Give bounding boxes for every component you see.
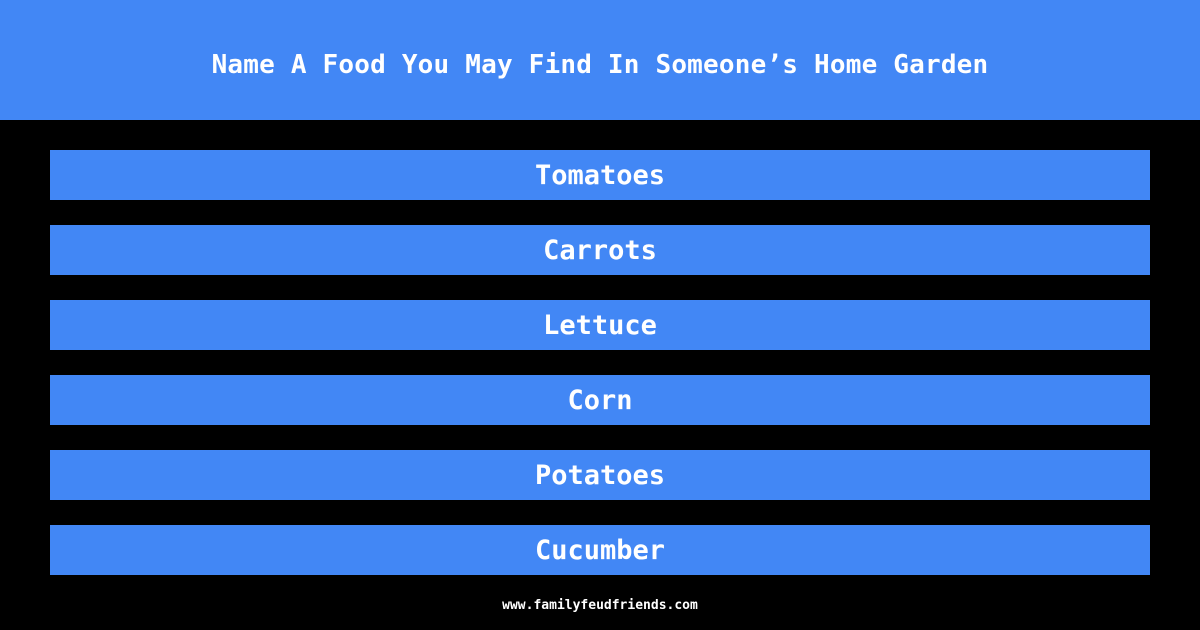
answer-label: Potatoes (534, 459, 666, 491)
question-title: Name A Food You May Find In Someone’s Ho… (211, 50, 989, 80)
site-url: www.familyfeudfriends.com (502, 598, 698, 613)
answer-label: Tomatoes (534, 159, 666, 191)
answer-label: Cucumber (534, 534, 666, 566)
answer-bar: Corn (50, 375, 1150, 425)
answer-label: Carrots (543, 234, 657, 266)
answer-label: Lettuce (543, 309, 657, 341)
question-header: Name A Food You May Find In Someone’s Ho… (0, 0, 1200, 120)
answer-bar: Cucumber (50, 525, 1150, 575)
answer-bar: Potatoes (50, 450, 1150, 500)
answer-bar: Tomatoes (50, 150, 1150, 200)
answer-list: Tomatoes Carrots Lettuce Corn Potatoes C… (50, 150, 1150, 600)
answer-label: Corn (567, 384, 633, 416)
answer-bar: Carrots (50, 225, 1150, 275)
answer-bar: Lettuce (50, 300, 1150, 350)
